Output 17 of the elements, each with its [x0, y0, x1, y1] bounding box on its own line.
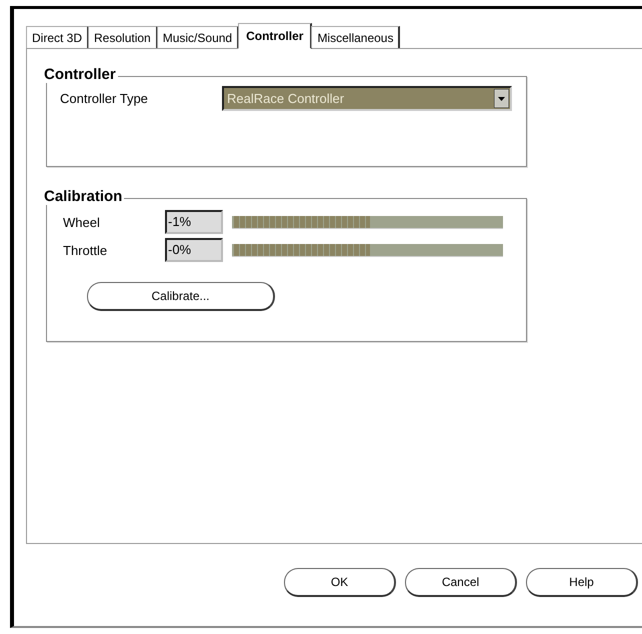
tab[interactable]: Resolution	[88, 26, 158, 48]
axis-label: Throttle	[62, 242, 108, 258]
group-title: Calibration	[42, 189, 124, 205]
axis-reading: -0%	[165, 238, 223, 262]
help-button[interactable]: Help	[526, 568, 638, 597]
ok-button[interactable]: OK	[284, 568, 396, 597]
axis-reading: -1%	[165, 210, 223, 234]
group-title: Controller	[42, 67, 118, 83]
dropdown-arrow-icon[interactable]	[494, 89, 509, 108]
calibrate-button[interactable]: Calibrate...	[87, 282, 275, 311]
cancel-button[interactable]: Cancel	[405, 568, 517, 597]
tab[interactable]: Direct 3D	[26, 26, 90, 48]
field-label: Controller Type	[60, 91, 148, 106]
axis-label: Wheel	[62, 214, 101, 230]
tab[interactable]: Controller	[238, 23, 312, 49]
tab[interactable]: Music/Sound	[156, 26, 240, 48]
tab[interactable]: Miscellaneous	[311, 26, 400, 48]
